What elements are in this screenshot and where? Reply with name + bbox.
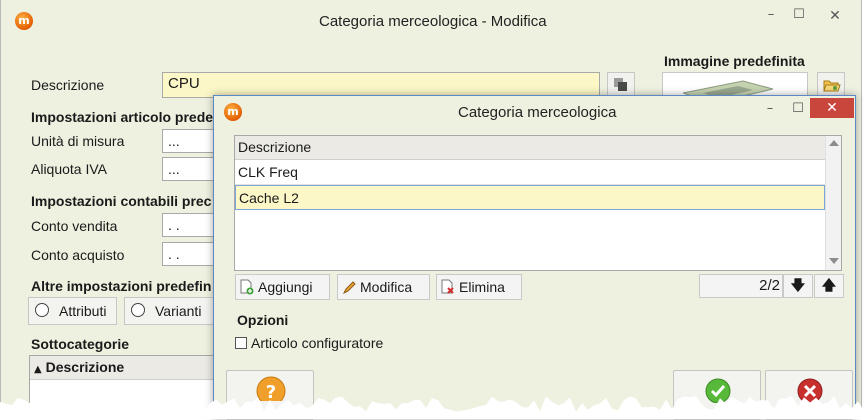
opzioni-heading: Opzioni — [237, 312, 289, 328]
detail-grid[interactable]: Descrizione CLK Freq Cache L2 — [234, 135, 842, 271]
conto-acquisto-label: Conto acquisto — [31, 247, 125, 263]
grid-column-header[interactable]: Descrizione — [235, 136, 825, 160]
add-document-icon — [240, 279, 254, 295]
sort-asc-icon: ▲ — [34, 364, 42, 375]
dialog-title: Categoria merceologica — [458, 104, 617, 121]
checkbox[interactable] — [235, 337, 247, 349]
articolo-configuratore-label: Articolo configuratore — [251, 335, 384, 351]
main-titlebar: m Categoria merceologica - Modifica – ☐ … — [1, 0, 861, 42]
minimize-icon[interactable]: – — [756, 100, 784, 120]
sottocategorie-heading: Sottocategorie — [31, 336, 130, 352]
modifica-label: Modifica — [360, 279, 413, 295]
maximize-icon[interactable]: ☐ — [784, 100, 812, 120]
grid-row[interactable]: Cache L2 — [235, 185, 825, 210]
conto-vendita-label: Conto vendita — [31, 218, 118, 234]
modifica-button[interactable]: Modifica — [337, 274, 430, 300]
impostazioni-articolo-heading: Impostazioni articolo prede — [31, 109, 214, 125]
record-counter: 2/2 — [699, 274, 783, 298]
altre-impostazioni-heading: Altre impostazioni predefin — [31, 278, 212, 294]
close-icon[interactable]: ✕ — [813, 6, 857, 26]
articolo-configuratore-option[interactable]: Articolo configuratore — [235, 335, 415, 353]
categoria-dialog: m Categoria merceologica – ☐ ✕ Descrizio… — [213, 95, 856, 420]
close-icon[interactable]: ✕ — [810, 98, 854, 118]
torn-edge-decoration — [0, 396, 868, 419]
aliquota-iva-label: Aliquota IVA — [31, 161, 108, 177]
attributi-option[interactable]: Attributi — [28, 297, 117, 325]
sottocategorie-column-header[interactable]: ▲ Descrizione — [30, 356, 228, 380]
elimina-label: Elimina — [459, 279, 505, 295]
window-title: Categoria merceologica - Modifica — [319, 13, 547, 30]
radio-icon — [35, 303, 49, 317]
column-label: Descrizione — [45, 359, 125, 375]
app-logo-icon: m — [15, 12, 33, 30]
elimina-button[interactable]: Elimina — [436, 274, 522, 300]
radio-icon — [131, 303, 145, 317]
copy-icon — [614, 78, 627, 91]
aggiungi-button[interactable]: Aggiungi — [235, 274, 330, 300]
attributi-label: Attributi — [59, 303, 107, 319]
delete-document-icon — [441, 279, 454, 294]
vertical-scrollbar[interactable] — [825, 136, 841, 270]
impostazioni-contabili-heading: Impostazioni contabili prec — [31, 193, 212, 209]
grid-row[interactable]: CLK Freq — [235, 160, 825, 185]
app-logo-icon: m — [224, 103, 242, 121]
unita-misura-label: Unità di misura — [31, 133, 125, 149]
arrow-down-icon[interactable]: 🡇 — [783, 274, 813, 298]
maximize-icon[interactable]: ☐ — [785, 6, 813, 26]
scroll-up-icon[interactable] — [829, 140, 839, 146]
folder-open-icon — [823, 80, 841, 92]
varianti-option[interactable]: Varianti — [124, 297, 224, 325]
grid-body: CLK Freq Cache L2 — [235, 160, 825, 210]
scroll-down-icon[interactable] — [829, 258, 839, 264]
immagine-predefinita-heading: Immagine predefinita — [664, 53, 805, 69]
descrizione-label: Descrizione — [31, 77, 105, 93]
pencil-icon — [343, 281, 356, 294]
varianti-label: Varianti — [155, 303, 202, 319]
aggiungi-label: Aggiungi — [258, 279, 313, 295]
arrow-up-icon[interactable]: 🡅 — [814, 274, 844, 298]
minimize-icon[interactable]: – — [757, 6, 785, 26]
